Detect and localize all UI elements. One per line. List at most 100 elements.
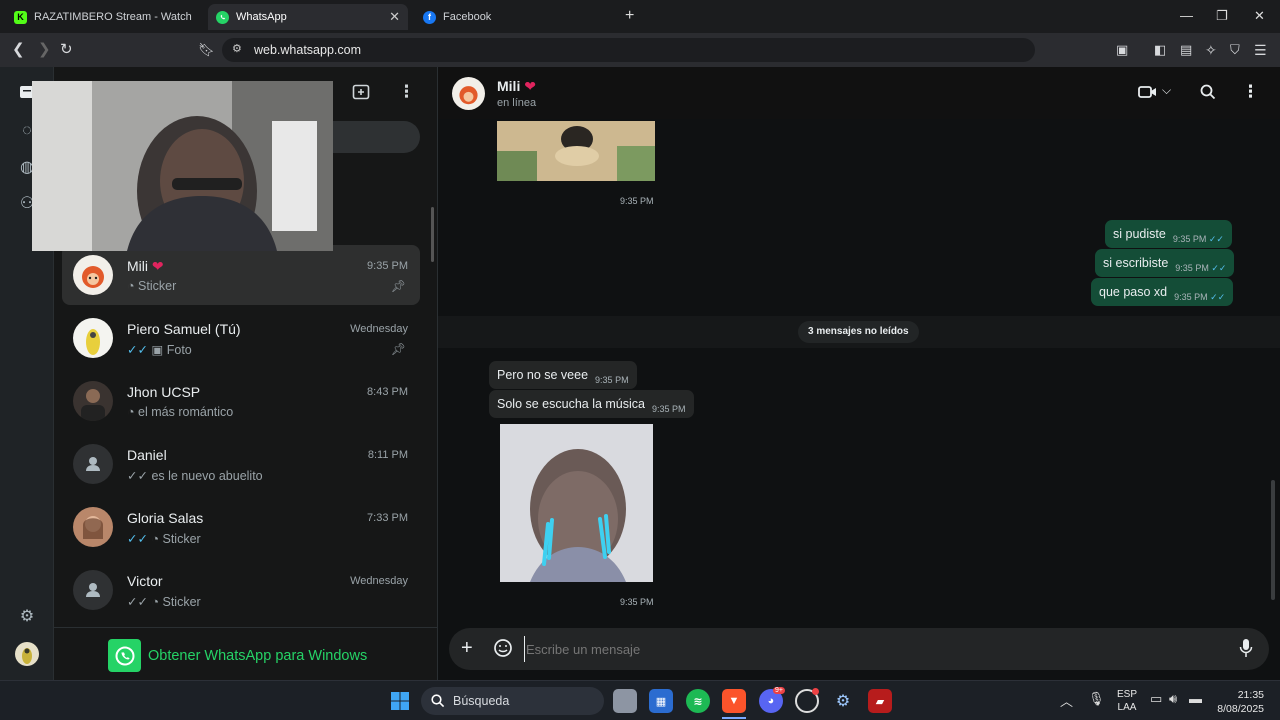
contact-name[interactable]: Mili	[497, 78, 520, 94]
bookmark-icon[interactable]: 🔖︎	[198, 41, 215, 59]
facebook-favicon-icon: f	[423, 10, 436, 24]
chat-row-daniel[interactable]: Daniel 8:11 PM ✓✓ es le nuevo abuelito	[62, 434, 420, 494]
start-icon[interactable]	[388, 689, 412, 713]
forward-icon[interactable]: ❯	[38, 41, 51, 59]
close-window-icon[interactable]: ✕	[1254, 8, 1265, 24]
message-time: 9:35 PM	[1174, 292, 1208, 302]
chat-row-mili[interactable]: Mili ❤ 9:35 PM ◔ Sticker 📌︎	[62, 245, 420, 305]
profile-avatar[interactable]	[15, 642, 39, 666]
spotify-icon[interactable]: ≋	[686, 689, 710, 713]
menu-icon[interactable]: ☰	[1254, 41, 1267, 59]
reload-icon[interactable]: ↻	[60, 41, 73, 59]
lang-layout: LAA	[1117, 702, 1137, 713]
tab-razatimbero[interactable]: K RAZATIMBERO Stream - Watch Live c	[6, 4, 206, 30]
brave-icon[interactable]: ▼	[722, 689, 746, 713]
list-menu-icon[interactable]: ⋮	[398, 82, 415, 102]
message-text: Pero no se veee	[497, 368, 589, 382]
incoming-message[interactable]: Solo se escucha la música 9:35 PM	[489, 390, 694, 418]
new-tab-icon[interactable]: +	[625, 7, 634, 25]
image-message[interactable]	[497, 121, 655, 181]
chat-preview: Sticker	[162, 595, 201, 609]
message-time: 9:35 PM	[620, 597, 654, 607]
task-view-icon[interactable]	[613, 689, 637, 713]
maximize-icon[interactable]: ❐	[1216, 8, 1228, 24]
windows-taskbar: Búsqueda ▦ ≋ ▼ ◕ 9+ ⚙ ▰ ︿ 🎙︎ ESP LAA ▭ 🔊︎…	[0, 680, 1280, 720]
clock[interactable]: 21:35 8/08/2025	[1212, 688, 1264, 716]
url-text: web.whatsapp.com	[254, 43, 362, 57]
tab-title: WhatsApp	[236, 11, 287, 23]
chat-preview: es le nuevo abuelito	[151, 469, 263, 483]
vpn-icon[interactable]: ⛉	[1230, 41, 1240, 59]
store-icon[interactable]: ▦	[649, 689, 673, 713]
message-text: que paso xd	[1099, 285, 1168, 299]
sticker-emoji-icon[interactable]	[493, 638, 513, 663]
heart-icon: ❤	[524, 78, 536, 94]
clock-time: 21:35	[1237, 689, 1264, 701]
volume-icon[interactable]: 🔊︎	[1169, 691, 1177, 707]
chat-row-piero[interactable]: Piero Samuel (Tú) Wednesday ✓✓ ▣ Foto 📌︎	[62, 308, 420, 368]
address-bar[interactable]: ⚙ web.whatsapp.com	[222, 38, 1035, 62]
sticker-message[interactable]	[500, 424, 653, 582]
close-tab-icon[interactable]: ✕	[389, 9, 400, 25]
outgoing-message[interactable]: que paso xd 9:35 PM ✓✓	[1091, 278, 1234, 306]
outgoing-message[interactable]: si pudiste 9:35 PM ✓✓	[1105, 220, 1232, 248]
tab-facebook[interactable]: f Facebook	[415, 4, 615, 30]
chat-row-jhon[interactable]: Jhon UCSP 8:43 PM ◔ el más romántico	[62, 371, 420, 431]
double-check-icon: ✓✓	[1211, 263, 1227, 273]
outgoing-message[interactable]: si escribiste 9:35 PM ✓✓	[1095, 249, 1235, 277]
incoming-message[interactable]: Pero no se veee 9:35 PM	[489, 361, 637, 389]
whatsapp-favicon-icon	[216, 10, 229, 24]
message-time: 9:35 PM	[1172, 234, 1207, 244]
chat-row-victor[interactable]: Victor Wednesday ✓✓ ◔ Sticker	[62, 560, 420, 620]
steam-icon[interactable]: ⚙	[831, 689, 855, 713]
tab-title: RAZATIMBERO Stream - Watch Live c	[34, 11, 194, 23]
avatar	[73, 255, 113, 295]
unread-badge: 3 mensajes no leídos	[798, 321, 919, 343]
kick-favicon-icon: K	[14, 10, 27, 24]
conversation-menu-icon[interactable]: ⋮	[1242, 82, 1259, 102]
battery-icon[interactable]: ▬	[1189, 691, 1202, 706]
message-text: si escribiste	[1103, 256, 1169, 270]
avatar	[73, 507, 113, 547]
avatar	[73, 318, 113, 358]
chat-row-gloria[interactable]: Gloria Salas 7:33 PM ✓✓ ◔ Sticker	[62, 497, 420, 557]
contact-avatar[interactable]	[452, 77, 485, 110]
network-icon[interactable]: ▭	[1150, 691, 1162, 707]
chat-name: Jhon UCSP	[127, 384, 201, 400]
chat-time: Wednesday	[350, 323, 408, 335]
default-avatar-icon	[73, 444, 113, 484]
sidebar-icon[interactable]: ◧	[1154, 41, 1166, 59]
webcam-overlay[interactable]	[32, 81, 333, 251]
search-icon[interactable]	[1200, 84, 1216, 105]
wallet-icon[interactable]: ▤	[1180, 41, 1192, 59]
pin-icon: 📌︎	[390, 342, 406, 356]
chevron-down-icon[interactable]: ⌵	[1162, 83, 1171, 98]
list-scrollbar[interactable]	[431, 207, 434, 262]
video-call-icon[interactable]	[1138, 84, 1158, 105]
language-indicator[interactable]: ESP LAA	[1117, 688, 1137, 714]
sticker-icon: ◔	[151, 532, 159, 546]
tray-expand-icon[interactable]: ︿	[1060, 691, 1073, 710]
conversation-scrollbar[interactable]	[1271, 480, 1275, 600]
attach-plus-icon[interactable]: +	[461, 637, 473, 659]
chat-time: 8:43 PM	[367, 386, 408, 398]
taskbar-search[interactable]: Búsqueda	[421, 687, 604, 715]
photo-icon: ▣	[151, 343, 164, 357]
conversation-header: Mili ❤ en línea ⌵ ⋮	[438, 67, 1280, 119]
site-info-icon[interactable]: ⚙	[232, 42, 242, 55]
settings-icon[interactable]: ⚙	[16, 606, 38, 628]
leo-ai-icon[interactable]: ✧	[1205, 41, 1217, 59]
mic-tray-icon[interactable]: 🎙︎	[1088, 691, 1105, 707]
dota-icon[interactable]: ▰	[868, 689, 892, 713]
reader-icon[interactable]: ▣	[1116, 41, 1128, 59]
message-input[interactable]	[524, 636, 1204, 662]
minimize-icon[interactable]: —	[1180, 8, 1193, 23]
message-composer: +	[449, 628, 1269, 670]
new-chat-icon[interactable]	[352, 83, 370, 106]
microphone-icon[interactable]	[1239, 638, 1253, 663]
get-windows-app-banner[interactable]: Obtener WhatsApp para Windows	[108, 639, 367, 672]
double-check-icon: ✓✓	[1208, 234, 1224, 244]
chat-name: Mili	[127, 258, 148, 274]
back-icon[interactable]: ❮	[12, 41, 25, 59]
tab-whatsapp[interactable]: WhatsApp ✕	[208, 4, 408, 30]
